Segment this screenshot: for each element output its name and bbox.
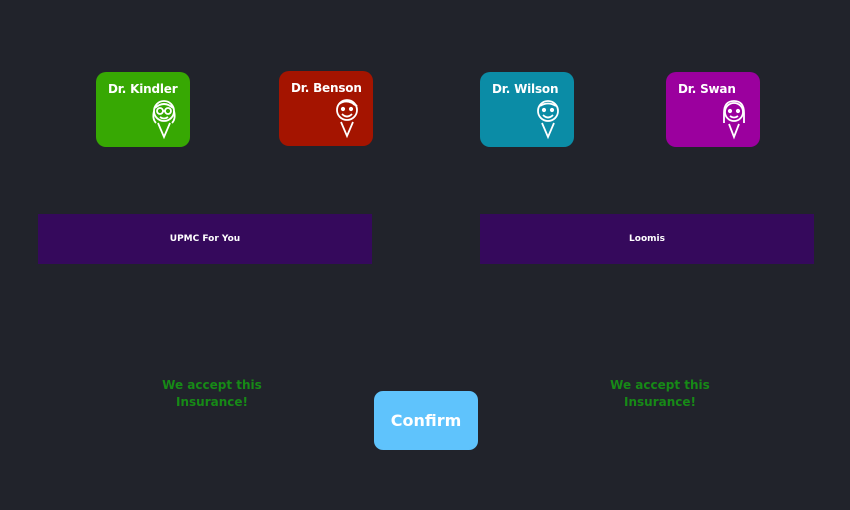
confirm-button[interactable]: Confirm [374, 391, 478, 450]
insurance-plan-label: Loomis [629, 234, 665, 244]
doctor-card-swan[interactable]: Dr. Swan [666, 72, 760, 147]
doctor-card-wilson[interactable]: Dr. Wilson [480, 72, 574, 147]
accept-message-line: We accept this [162, 378, 262, 392]
doctor-name: Dr. Wilson [492, 82, 559, 96]
accept-message-right: We accept this Insurance! [600, 377, 720, 411]
girl-smiling-icon [723, 100, 745, 140]
insurance-plan-loomis[interactable]: Loomis [480, 214, 814, 264]
doctor-card-benson[interactable]: Dr. Benson [279, 71, 373, 146]
accept-message-line: Insurance! [624, 395, 696, 409]
boy-smiling-icon [336, 99, 358, 139]
doctor-card-kindler[interactable]: Dr. Kindler [96, 72, 190, 147]
boy-smiling-icon [537, 100, 559, 140]
doctor-name: Dr. Benson [291, 81, 362, 95]
insurance-plan-label: UPMC For You [169, 234, 241, 244]
girl-with-glasses-icon [152, 100, 176, 140]
insurance-plan-upmc[interactable]: UPMC For You [38, 214, 372, 264]
accept-message-line: Insurance! [176, 395, 248, 409]
doctor-name: Dr. Swan [678, 82, 736, 96]
doctor-name: Dr. Kindler [108, 82, 178, 96]
accept-message-line: We accept this [610, 378, 710, 392]
accept-message-left: We accept this Insurance! [152, 377, 272, 411]
